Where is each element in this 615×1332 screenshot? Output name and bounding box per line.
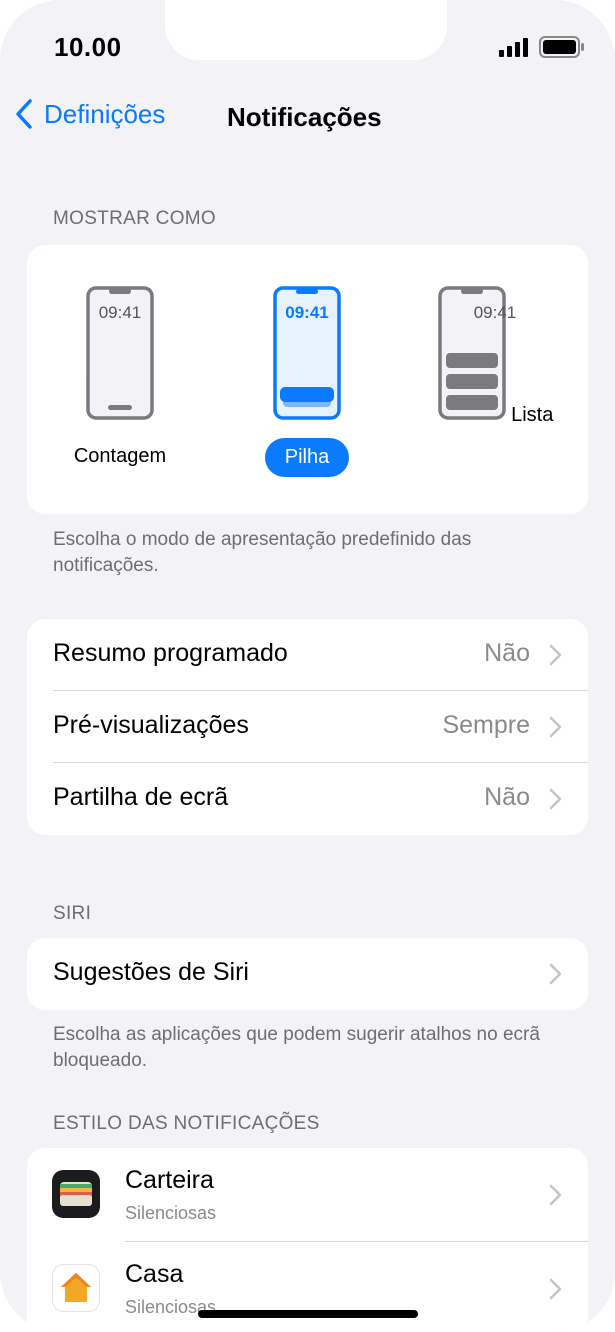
chevron-right-icon <box>549 788 562 810</box>
siri-card: Sugestões de Siri <box>27 938 588 1010</box>
section-header-notification-style: ESTILO DAS NOTIFICAÇÕES <box>53 1113 320 1134</box>
display-option-label: Contagem <box>73 445 167 467</box>
preview-time: 09:41 <box>98 303 142 322</box>
chevron-left-icon <box>16 99 32 129</box>
chevron-right-icon <box>549 1184 562 1206</box>
cellular-signal-icon <box>499 38 528 57</box>
app-name: Carteira <box>125 1166 214 1194</box>
row-value: Não <box>484 639 530 667</box>
notification-style-card: Carteira Silenciosas Casa Silenciosas <box>27 1148 588 1332</box>
row-value: Sempre <box>442 711 530 739</box>
section-header-siri: SIRI <box>53 903 92 924</box>
status-icons <box>499 36 585 58</box>
row-label: Resumo programado <box>53 639 288 667</box>
back-button[interactable]: Definições <box>14 98 165 130</box>
row-label: Pré-visualizações <box>53 711 249 739</box>
display-option-label: Lista <box>511 404 554 426</box>
siri-footer: Escolha as aplicações que podem sugerir … <box>53 1024 540 1071</box>
chevron-right-icon <box>549 644 562 666</box>
phone-screen: 10.00 Definições Notificações MOSTRAR CO… <box>0 0 615 1332</box>
app-subtitle: Silenciosas <box>125 1203 217 1223</box>
display-as-card: 09:41 Contagem 09:41 Pilha 09:41 Lista <box>27 245 588 514</box>
page-title: Notificações <box>227 102 382 132</box>
row-screen-sharing[interactable]: Partilha de ecrã Não <box>27 763 588 835</box>
display-option-list[interactable]: 09:41 Lista <box>425 285 565 434</box>
display-option-stack[interactable]: 09:41 Pilha <box>237 285 377 477</box>
app-row-home[interactable]: Casa Silenciosas <box>27 1242 588 1332</box>
back-button-label: Definições <box>44 98 166 129</box>
row-label: Sugestões de Siri <box>53 958 249 986</box>
row-label: Partilha de ecrã <box>53 783 229 811</box>
row-value: Não <box>484 783 530 811</box>
device-notch <box>165 0 447 60</box>
chevron-right-icon <box>549 1278 562 1300</box>
display-option-label-selected: Pilha <box>264 438 350 477</box>
navigation-bar: Definições Notificações <box>0 98 615 142</box>
battery-icon <box>539 36 584 58</box>
home-app-icon <box>52 1264 100 1312</box>
home-indicator[interactable] <box>198 1310 418 1318</box>
section-header-display-as: MOSTRAR COMO <box>53 208 216 229</box>
app-row-wallet[interactable]: Carteira Silenciosas <box>27 1148 588 1241</box>
display-option-count[interactable]: 09:41 Contagem <box>50 285 190 475</box>
row-previews[interactable]: Pré-visualizações Sempre <box>27 691 588 763</box>
status-time: 10.00 <box>54 32 122 62</box>
chevron-right-icon <box>549 963 562 985</box>
app-name: Casa <box>125 1260 184 1288</box>
preview-time: 09:41 <box>285 303 329 322</box>
preview-time: 09:41 <box>473 303 517 322</box>
row-siri-suggestions[interactable]: Sugestões de Siri <box>27 938 588 1010</box>
chevron-right-icon <box>549 716 562 738</box>
wallet-app-icon <box>52 1170 100 1218</box>
row-scheduled-summary[interactable]: Resumo programado Não <box>27 619 588 691</box>
display-as-footer: Escolha o modo de apresentação predefini… <box>53 529 472 576</box>
settings-card: Resumo programado Não Pré-visualizações … <box>27 619 588 835</box>
